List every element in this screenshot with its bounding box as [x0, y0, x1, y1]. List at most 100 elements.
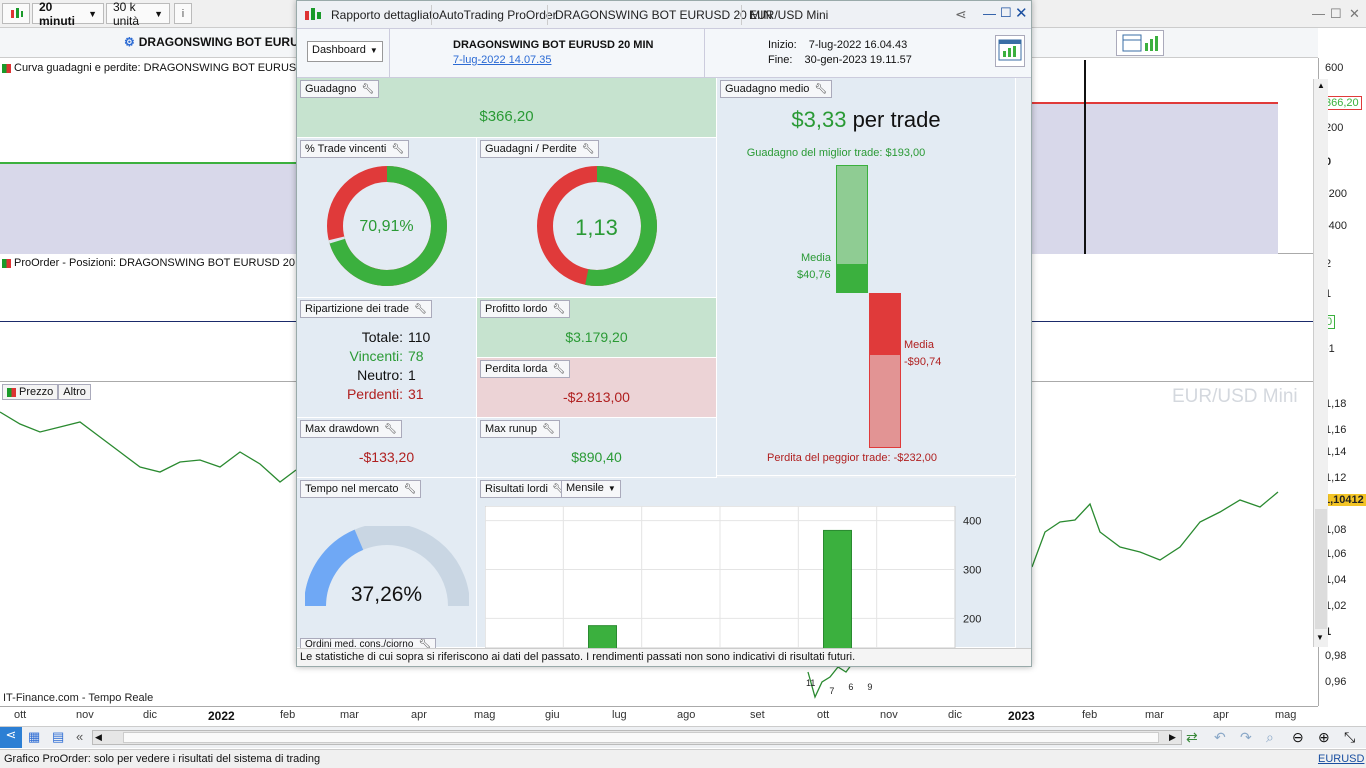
- average-gain-suffix: per trade: [852, 107, 941, 132]
- wrench-icon: 🔧︎: [552, 303, 566, 315]
- trade-split-values: Totale: 110 Vincenti: 78 Neutro: 1 Perdenti…: [297, 328, 476, 404]
- wrench-icon: 🔧︎: [383, 423, 397, 435]
- losers-label: Perdenti:: [346, 386, 403, 402]
- timeframe-label: 20 minuti: [39, 0, 75, 28]
- compare-icon[interactable]: ▤: [52, 729, 64, 745]
- neutral-label: Neutro:: [357, 367, 403, 383]
- winners-value: 78: [408, 348, 424, 364]
- wrench-icon: 🔧︎: [552, 363, 566, 375]
- system-name: DRAGONSWING BOT EURUSD: [138, 35, 316, 49]
- report-vertical-scrollbar[interactable]: ▲ ▼: [1313, 79, 1328, 647]
- date-link[interactable]: 7-lug-2022 14.07.35: [453, 54, 551, 66]
- report-settings-icon[interactable]: [995, 35, 1025, 67]
- gross-profit-label[interactable]: Profitto lordo 🔧︎: [480, 300, 571, 318]
- status-text: Grafico ProOrder: solo per vedere i risu…: [4, 753, 321, 765]
- gears-icon: ⚙: [124, 35, 135, 49]
- start-date: Inizio: 7-lug-2022 16.04.43: [768, 39, 908, 51]
- tab-system[interactable]: DRAGONSWING BOT EURUSD 20 MIN: [555, 8, 772, 22]
- share-icon[interactable]: ⋖: [955, 6, 967, 23]
- chevron-down-icon: ▼: [607, 484, 616, 493]
- timeframe-select[interactable]: 20 minuti ▼: [32, 0, 104, 28]
- close-icon[interactable]: ✕: [1349, 6, 1360, 22]
- max-drawdown-label[interactable]: Max drawdown 🔧︎: [300, 420, 402, 438]
- worst-trade-bar: [869, 354, 901, 448]
- close-icon[interactable]: ✕: [1015, 4, 1028, 22]
- win-rate-label[interactable]: % Trade vincenti 🔧︎: [300, 140, 410, 158]
- share-icon[interactable]: ⋖: [0, 727, 22, 748]
- total-label: Totale:: [361, 329, 403, 345]
- chart-type-icon[interactable]: [2, 3, 30, 24]
- report-tabs: Rapporto dettagliato AutoTrading ProOrde…: [297, 1, 1031, 29]
- time-axis-label: mar: [340, 709, 359, 721]
- average-win-label: Media: [801, 252, 831, 264]
- report-window: Rapporto dettagliato AutoTrading ProOrde…: [296, 0, 1328, 667]
- maximize-icon[interactable]: ☐: [1330, 6, 1342, 22]
- scroll-thumb[interactable]: [123, 732, 1159, 743]
- trade-split-label[interactable]: Ripartizione dei trade 🔧︎: [300, 300, 432, 318]
- gross-loss-label[interactable]: Perdita lorda 🔧︎: [480, 360, 571, 378]
- report-icon[interactable]: [1116, 30, 1164, 56]
- time-axis: [0, 706, 1318, 726]
- tab-instrument[interactable]: EUR/USD Mini: [749, 8, 828, 22]
- max-runup-label[interactable]: Max runup 🔧︎: [480, 420, 560, 438]
- zoom-in-icon[interactable]: ⊕: [1318, 729, 1330, 746]
- result-bar: [588, 625, 617, 648]
- average-win-value: $40,76: [797, 269, 831, 281]
- minimize-icon[interactable]: —: [1312, 6, 1325, 21]
- dashboard-select[interactable]: Dashboard ▼: [307, 41, 383, 62]
- disclaimer: Le statistiche di cui sopra si riferisco…: [297, 648, 1031, 666]
- tab-autotrading[interactable]: AutoTrading ProOrder: [439, 8, 557, 22]
- undo-icon[interactable]: ↶: [1214, 729, 1226, 746]
- time-axis-label: apr: [411, 709, 427, 721]
- time-in-market-value: 37,26%: [350, 583, 423, 606]
- time-in-market-label[interactable]: Tempo nel mercato 🔧︎: [300, 480, 422, 498]
- neutral-value: 1: [408, 367, 416, 383]
- scroll-thumb[interactable]: [1315, 509, 1327, 629]
- navigation-bar: ⋖ ▦ ▤ « ◀ ▶ ⇄ ↶ ↷ ⌕ ⊖ ⊕ ⤡: [0, 726, 1366, 748]
- scroll-up-icon[interactable]: ▲: [1314, 81, 1328, 90]
- average-loss-label: Media: [904, 339, 934, 351]
- time-axis-label: ott: [817, 709, 830, 721]
- max-runup-value: $890,40: [571, 449, 622, 465]
- period-select[interactable]: Mensile ▼: [561, 480, 621, 498]
- scroll-left-icon[interactable]: ◀: [95, 732, 102, 743]
- time-axis-label: dic: [143, 709, 158, 721]
- gross-results-label[interactable]: Risultati lordi 🔧︎: [480, 480, 570, 498]
- units-select[interactable]: 30 k unità ▼: [106, 0, 170, 28]
- pnl-title: Curva guadagni e perdite: DRAGONSWING BO…: [2, 62, 305, 74]
- gross-results-chart: 100200300400: [485, 506, 981, 648]
- minimize-icon[interactable]: —: [983, 6, 996, 21]
- total-value: 110: [408, 329, 431, 345]
- info-icon[interactable]: i: [174, 3, 192, 24]
- scroll-down-icon[interactable]: ▼: [1316, 633, 1324, 642]
- status-symbol-link[interactable]: EURUSD: [1318, 753, 1364, 765]
- report-header: Dashboard ▼ DRAGONSWING BOT EURUSD 20 MIN…: [297, 29, 1031, 78]
- horizontal-scrollbar[interactable]: ◀ ▶: [92, 730, 1182, 745]
- zoom-area-icon[interactable]: ⌕: [1266, 729, 1274, 746]
- time-axis-label: feb: [280, 709, 296, 721]
- tab-detailed-report[interactable]: Rapporto dettagliato: [331, 8, 439, 22]
- maximize-icon[interactable]: ☐: [1000, 5, 1012, 21]
- average-gain-label[interactable]: Guadagno medio 🔧︎: [720, 80, 833, 98]
- gain-value: $366,20: [479, 108, 534, 125]
- units-label: 30 k unità: [113, 0, 140, 28]
- gain-loss-ratio-label[interactable]: Guadagni / Perdite 🔧︎: [480, 140, 600, 158]
- data-source: IT-Finance.com - Tempo Reale: [3, 692, 154, 704]
- wrench-icon: 🔧︎: [814, 83, 828, 95]
- gross-profit-value: $3.179,20: [565, 329, 628, 345]
- time-axis-label: 2022: [208, 709, 235, 723]
- zoom-out-icon[interactable]: ⊖: [1292, 729, 1304, 746]
- rewind-icon[interactable]: «: [76, 729, 83, 744]
- autoscale-icon[interactable]: ⇄: [1186, 729, 1198, 746]
- fit-view-icon[interactable]: ⤡: [1344, 729, 1355, 746]
- scroll-right-icon[interactable]: ▶: [1169, 732, 1176, 743]
- calendar-icon[interactable]: ▦: [28, 729, 40, 745]
- trade-split-card: Ripartizione dei trade 🔧︎ Totale: 110 Vinc…: [297, 298, 477, 418]
- gain-card: Guadagno 🔧︎ $366,20: [297, 78, 717, 138]
- gain-label[interactable]: Guadagno 🔧︎: [300, 80, 380, 98]
- gross-loss-value: -$2.813,00: [563, 389, 630, 405]
- time-axis-label: apr: [1213, 709, 1229, 721]
- redo-icon[interactable]: ↷: [1240, 729, 1252, 746]
- average-win-bar: [836, 265, 868, 293]
- time-axis-label: nov: [880, 709, 898, 721]
